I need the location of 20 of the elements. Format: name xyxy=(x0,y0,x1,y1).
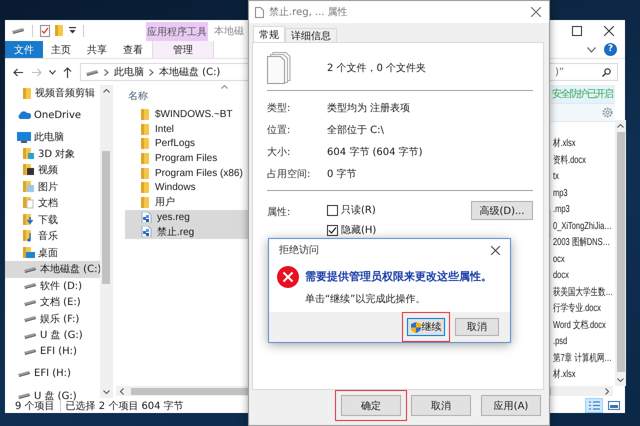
security-banner: 安全防护已开启 xyxy=(551,85,615,103)
field-value: 604 字节 (604 字节) xyxy=(327,146,424,159)
window-title: 本地磁 xyxy=(214,24,244,38)
field-value: 类型均为 注册表项 xyxy=(327,102,412,115)
field-label: 位置: xyxy=(267,124,292,137)
search-text: )” xyxy=(555,66,564,78)
summary-text: 2 个文件，0 个文件夹 xyxy=(327,62,426,75)
context-tab-header: 应用程序工具 xyxy=(146,22,208,41)
field-value: 全部位于 C:\ xyxy=(327,124,385,137)
field-label: 大小: xyxy=(267,146,292,159)
alert-heading: 需要提供管理员权限来更改这些属性。 xyxy=(305,269,492,284)
alert-message: 单击“继续”以完成此操作。 xyxy=(305,292,426,306)
window-title: 禁止.reg, ... 属性 xyxy=(269,6,348,19)
field-label: 占用空间: xyxy=(267,168,312,181)
item-count: 9 个项目 xyxy=(15,400,55,412)
field-label: 属性: xyxy=(267,206,292,219)
field-label: 类型: xyxy=(267,102,292,115)
window-title: 拒绝访问 xyxy=(279,244,319,257)
field-value: 0 字节 xyxy=(327,168,358,181)
selection-info: 已选择 2 个项目 604 字节 xyxy=(66,400,184,412)
